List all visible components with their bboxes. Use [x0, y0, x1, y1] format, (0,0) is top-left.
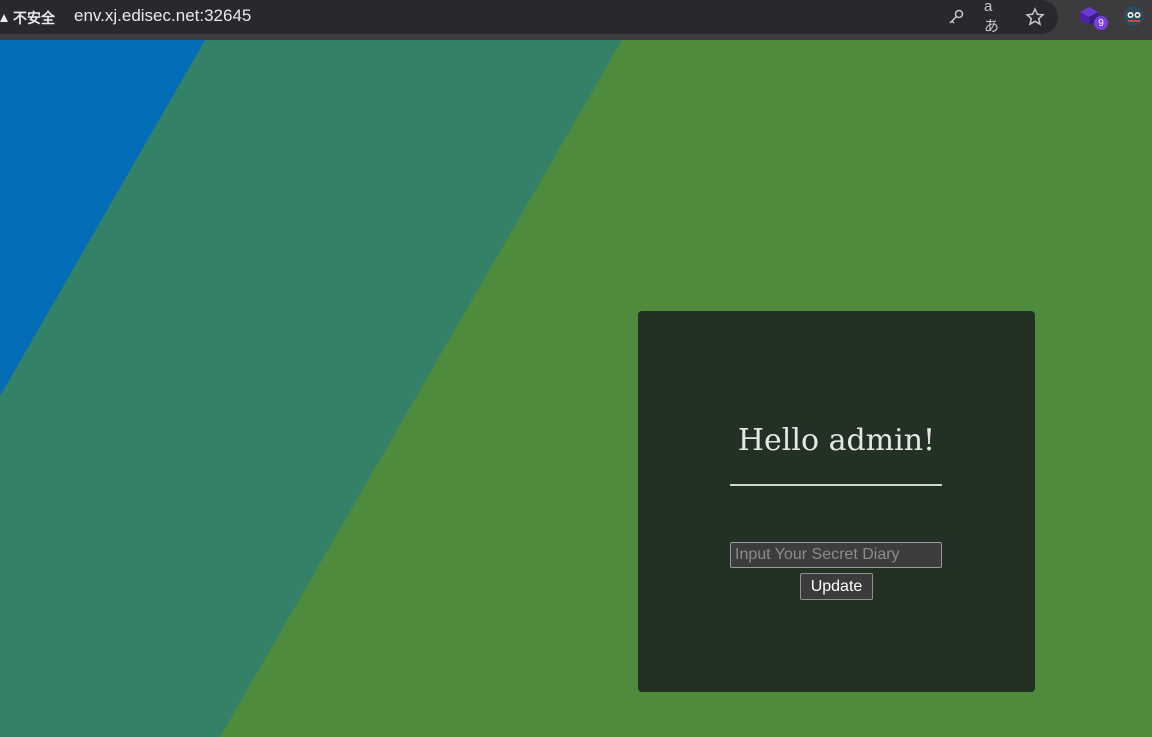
security-indicator[interactable]: 不安全 — [0, 8, 55, 28]
update-button[interactable]: Update — [800, 573, 873, 600]
security-label: 不安全 — [13, 10, 55, 26]
profile-icon[interactable] — [1123, 5, 1145, 27]
browser-toolbar: 不安全 env.xj.edisec.net:32645 aあ 9 — [0, 0, 1152, 40]
star-icon[interactable] — [1024, 6, 1046, 28]
diary-input[interactable] — [730, 542, 942, 568]
address-bar[interactable]: 不安全 env.xj.edisec.net:32645 — [0, 0, 1058, 34]
diary-card: Hello admin! Update — [638, 311, 1035, 692]
key-icon[interactable] — [945, 6, 967, 28]
title-divider — [730, 484, 942, 486]
greeting-title: Hello admin! — [737, 423, 936, 458]
extension-badge: 9 — [1094, 16, 1108, 30]
warning-icon — [0, 14, 8, 22]
url-text[interactable]: env.xj.edisec.net:32645 — [74, 6, 251, 26]
translate-icon[interactable]: aあ — [984, 0, 1006, 35]
